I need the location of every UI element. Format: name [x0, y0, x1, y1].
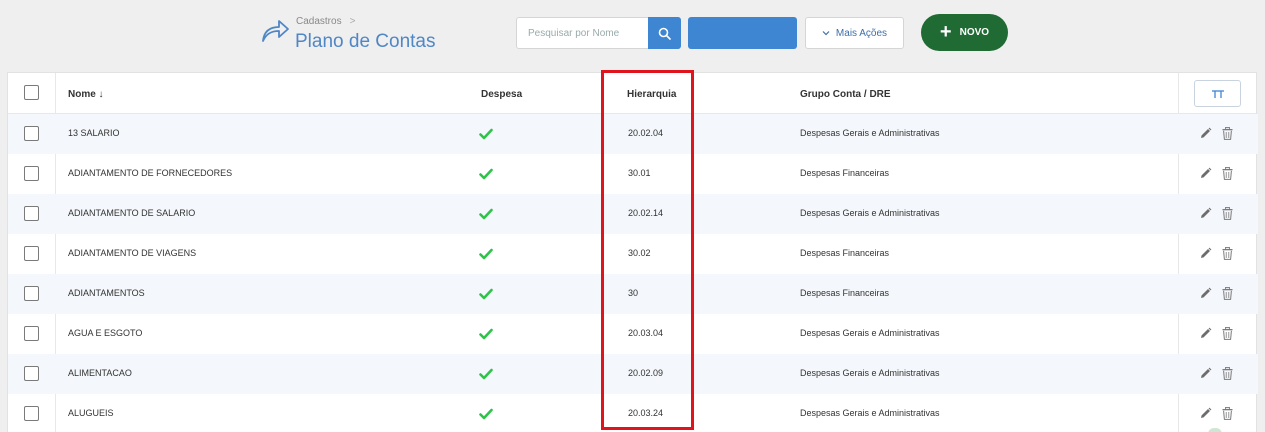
cell-grupo: Despesas Financeiras: [800, 168, 890, 178]
pencil-icon[interactable]: [1199, 407, 1212, 420]
breadcrumb-separator: >: [349, 16, 356, 27]
cell-nome: 13 SALARIO: [68, 128, 120, 138]
row-checkbox[interactable]: [24, 406, 39, 421]
check-icon: [479, 328, 493, 340]
row-checkbox[interactable]: [24, 366, 39, 381]
row-checkbox[interactable]: [24, 246, 39, 261]
check-icon: [479, 248, 493, 260]
more-actions-label: Mais Ações: [835, 27, 888, 39]
pencil-icon[interactable]: [1199, 247, 1212, 260]
column-header-despesa[interactable]: Despesa: [481, 89, 522, 100]
check-icon: [479, 208, 493, 220]
check-icon: [479, 168, 493, 180]
search-icon: [658, 27, 671, 40]
pencil-icon[interactable]: [1199, 367, 1212, 380]
scroll-indicator: [1208, 428, 1222, 432]
chevron-down-icon: [822, 31, 830, 36]
trash-icon[interactable]: [1222, 207, 1233, 220]
pencil-icon[interactable]: [1199, 287, 1212, 300]
row-checkbox[interactable]: [24, 166, 39, 181]
trash-icon[interactable]: [1222, 167, 1233, 180]
cell-grupo: Despesas Gerais e Administrativas: [800, 128, 940, 138]
plus-icon: +: [939, 20, 952, 43]
check-icon: [479, 288, 493, 300]
trash-icon[interactable]: [1222, 407, 1233, 420]
search-box: [516, 17, 681, 49]
row-checkbox[interactable]: [24, 126, 39, 141]
new-button[interactable]: + NOVO: [921, 14, 1008, 51]
column-settings-button[interactable]: [1194, 80, 1241, 107]
trash-icon[interactable]: [1222, 367, 1233, 380]
pencil-icon[interactable]: [1199, 327, 1212, 340]
row-checkbox[interactable]: [24, 206, 39, 221]
check-icon: [479, 128, 493, 140]
cell-grupo: Despesas Financeiras: [800, 288, 890, 298]
cell-nome: ADIANTAMENTO DE VIAGENS: [68, 248, 197, 258]
breadcrumb: Cadastros >: [296, 16, 355, 27]
row-checkbox[interactable]: [24, 286, 39, 301]
pencil-icon[interactable]: [1199, 167, 1212, 180]
breadcrumb-item-cadastros[interactable]: Cadastros: [296, 16, 342, 27]
column-header-grupo[interactable]: Grupo Conta / DRE: [800, 89, 891, 100]
more-actions-button[interactable]: Mais Ações: [805, 17, 904, 49]
trash-icon[interactable]: [1222, 287, 1233, 300]
search-input[interactable]: [517, 18, 648, 48]
pencil-icon[interactable]: [1199, 127, 1212, 140]
search-button[interactable]: [648, 17, 681, 49]
column-header-nome[interactable]: Nome ↓: [68, 89, 104, 100]
trash-icon[interactable]: [1222, 127, 1233, 140]
trash-icon[interactable]: [1222, 327, 1233, 340]
cell-nome: ADIANTAMENTO DE SALARIO: [68, 208, 196, 218]
cell-grupo: Despesas Gerais e Administrativas: [800, 208, 940, 218]
check-icon: [479, 368, 493, 380]
trash-icon[interactable]: [1222, 247, 1233, 260]
check-icon: [479, 408, 493, 420]
cell-grupo: Despesas Gerais e Administrativas: [800, 368, 940, 378]
cell-nome: ADIANTAMENTOS: [68, 288, 145, 298]
column-settings-icon: [1211, 89, 1224, 98]
cell-grupo: Despesas Financeiras: [800, 248, 890, 258]
cell-grupo: Despesas Gerais e Administrativas: [800, 408, 940, 418]
cell-nome: AGUA E ESGOTO: [68, 328, 143, 338]
share-forward-icon: [262, 20, 289, 42]
pencil-icon[interactable]: [1199, 207, 1212, 220]
cell-grupo: Despesas Gerais e Administrativas: [800, 328, 940, 338]
cell-nome: ALIMENTACAO: [68, 368, 132, 378]
cell-nome: ADIANTAMENTO DE FORNECEDORES: [68, 168, 233, 178]
primary-action-button[interactable]: [688, 17, 797, 49]
page-title: Plano de Contas: [295, 31, 436, 52]
hierarquia-highlight-box: [601, 70, 694, 430]
row-checkbox[interactable]: [24, 326, 39, 341]
page-header: Cadastros > Plano de Contas Mais Ações + …: [0, 0, 1265, 70]
cell-nome: ALUGUEIS: [68, 408, 114, 418]
new-button-label: NOVO: [959, 27, 990, 38]
select-all-checkbox[interactable]: [24, 85, 39, 100]
